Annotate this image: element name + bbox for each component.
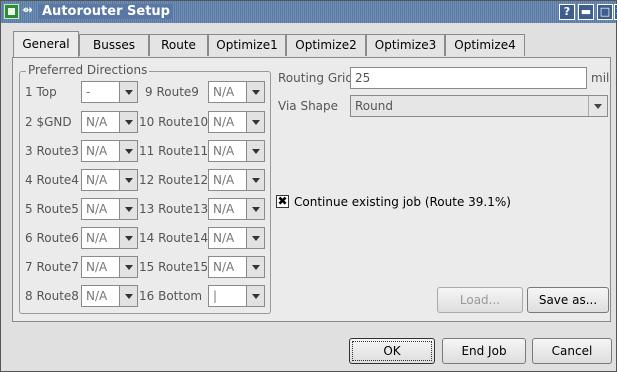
preferred-directions-title: Preferred Directions xyxy=(26,63,150,77)
layer-direction-select[interactable]: N/A xyxy=(81,227,138,249)
layer-label: 14 Route14 xyxy=(139,231,209,245)
tab-general[interactable]: General xyxy=(13,31,79,57)
pin-icon[interactable]: ⇴ xyxy=(22,3,33,18)
combo-value: N/A xyxy=(86,260,108,274)
help-button[interactable]: ? xyxy=(559,4,575,20)
tab-optimize3[interactable]: Optimize3 xyxy=(366,34,445,56)
combo-value: | xyxy=(213,289,218,303)
via-shape-select[interactable]: Round xyxy=(350,95,608,117)
layer-direction-select[interactable]: N/A xyxy=(81,198,138,220)
chevron-down-icon[interactable] xyxy=(246,199,264,219)
combo-value: N/A xyxy=(213,231,235,245)
continue-job-label: Continue existing job (Route 39.1%) xyxy=(294,195,511,209)
layer-label: 7 Route7 xyxy=(25,260,79,274)
combo-value: N/A xyxy=(213,173,235,187)
layer-direction-select[interactable]: N/A xyxy=(208,227,265,249)
combo-value: N/A xyxy=(213,144,235,158)
layer-label: 11 Route11 xyxy=(139,144,209,158)
chevron-down-icon[interactable] xyxy=(119,170,137,190)
tab-optimize1[interactable]: Optimize1 xyxy=(208,34,286,56)
combo-value: N/A xyxy=(86,231,108,245)
chevron-down-icon[interactable] xyxy=(119,257,137,277)
layer-direction-select[interactable]: N/A xyxy=(208,198,265,220)
maximize-button[interactable]: □ xyxy=(597,4,613,20)
layer-direction-select[interactable]: N/A xyxy=(81,256,138,278)
layer-label: 9 Route9 xyxy=(145,85,199,99)
combo-value: N/A xyxy=(213,202,235,216)
chevron-down-icon[interactable] xyxy=(246,112,264,132)
layer-label: 4 Route4 xyxy=(25,173,79,187)
ok-button[interactable]: OK xyxy=(349,338,435,364)
end-job-button[interactable]: End Job xyxy=(442,338,526,364)
layer-direction-select[interactable]: N/A xyxy=(81,169,138,191)
title-bar[interactable]: ⇴ Autorouter Setup ? ▬ □ ✕ xyxy=(1,1,617,23)
routing-grid-label: Routing Grid xyxy=(278,71,354,85)
layer-label: 3 Route3 xyxy=(25,144,79,158)
tab-optimize2[interactable]: Optimize2 xyxy=(286,34,366,56)
combo-value: N/A xyxy=(86,115,108,129)
layer-direction-select[interactable]: N/A xyxy=(81,111,138,133)
via-shape-value: Round xyxy=(355,99,393,113)
continue-job-checkbox[interactable]: ✖ xyxy=(276,195,289,208)
chevron-down-icon[interactable] xyxy=(119,286,137,306)
layer-direction-select[interactable]: N/A xyxy=(208,140,265,162)
tab-route[interactable]: Route xyxy=(149,34,208,56)
layer-label: 13 Route13 xyxy=(139,202,209,216)
chevron-down-icon[interactable] xyxy=(246,82,264,102)
tab-optimize4[interactable]: Optimize4 xyxy=(445,34,525,56)
combo-value: N/A xyxy=(86,173,108,187)
chevron-down-icon[interactable] xyxy=(246,228,264,248)
layer-label: 6 Route6 xyxy=(25,231,79,245)
chevron-down-icon[interactable] xyxy=(246,170,264,190)
chevron-down-icon[interactable] xyxy=(119,228,137,248)
load-button[interactable]: Load... xyxy=(437,287,523,313)
via-shape-label: Via Shape xyxy=(278,99,339,113)
layer-direction-select[interactable]: - xyxy=(81,81,138,103)
layer-label: 5 Route5 xyxy=(25,202,79,216)
chevron-down-icon[interactable] xyxy=(119,141,137,161)
layer-direction-select[interactable]: N/A xyxy=(208,169,265,191)
minimize-button[interactable]: ▬ xyxy=(578,4,594,20)
layer-label: 16 Bottom xyxy=(139,289,203,303)
chevron-down-icon[interactable] xyxy=(246,286,264,306)
layer-direction-select[interactable]: N/A xyxy=(208,256,265,278)
combo-value: N/A xyxy=(213,115,235,129)
chevron-down-icon[interactable] xyxy=(119,112,137,132)
save-as-button[interactable]: Save as... xyxy=(527,287,609,313)
combo-value: N/A xyxy=(86,289,108,303)
layer-label: 10 Route10 xyxy=(139,115,209,129)
layer-label: 2 $GND xyxy=(25,115,72,129)
layer-label: 12 Route12 xyxy=(139,173,209,187)
layer-direction-select[interactable]: | xyxy=(208,285,265,307)
routing-grid-input[interactable]: 25 xyxy=(350,67,587,89)
layer-label: 8 Route8 xyxy=(25,289,79,303)
cancel-button[interactable]: Cancel xyxy=(532,338,612,364)
combo-value: N/A xyxy=(86,144,108,158)
chevron-down-icon[interactable] xyxy=(119,199,137,219)
chevron-down-icon[interactable] xyxy=(246,257,264,277)
layer-direction-select[interactable]: N/A xyxy=(81,285,138,307)
window-title: Autorouter Setup xyxy=(39,4,173,19)
chevron-down-icon[interactable] xyxy=(246,141,264,161)
tab-busses[interactable]: Busses xyxy=(79,34,149,56)
layer-direction-select[interactable]: N/A xyxy=(208,81,265,103)
layer-label: 1 Top xyxy=(25,85,57,99)
combo-value: N/A xyxy=(86,202,108,216)
combo-value: N/A xyxy=(213,85,235,99)
layer-direction-select[interactable]: N/A xyxy=(208,111,265,133)
autorouter-setup-dialog: ⇴ Autorouter Setup ? ▬ □ ✕ General Busse… xyxy=(0,0,617,372)
layer-direction-select[interactable]: N/A xyxy=(81,140,138,162)
chevron-down-icon[interactable] xyxy=(119,82,137,102)
ok-button-label: OK xyxy=(352,341,432,361)
combo-value: - xyxy=(86,85,91,99)
app-icon xyxy=(4,4,19,19)
layer-label: 15 Route15 xyxy=(139,260,209,274)
chevron-down-icon[interactable] xyxy=(588,96,607,116)
combo-value: N/A xyxy=(213,260,235,274)
routing-grid-unit: mil xyxy=(591,71,610,85)
